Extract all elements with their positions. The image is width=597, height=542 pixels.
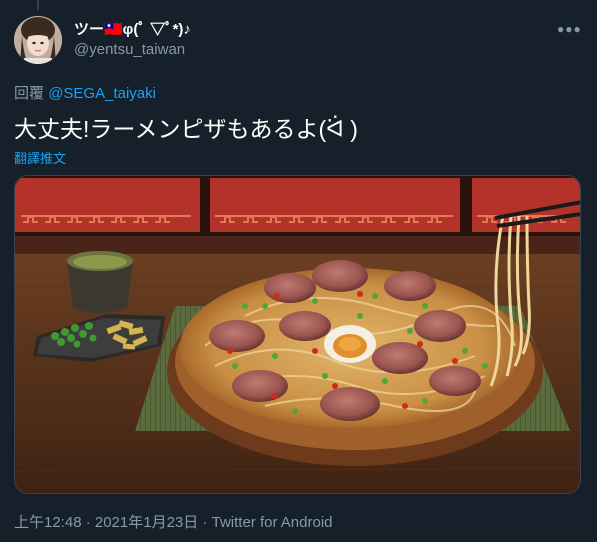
avatar[interactable]	[14, 16, 62, 64]
reply-prefix: 回覆	[14, 85, 45, 102]
tweet-timestamp[interactable]: 上午12:48 · 2021年1月23日	[14, 511, 198, 532]
avatar-image	[14, 16, 62, 64]
reply-mention-link[interactable]: @SEGA_taiyaki	[48, 85, 156, 102]
translate-tweet-link[interactable]: 翻譯推文	[14, 148, 66, 167]
author-block[interactable]: ツー🇹🇼φ(ﾟ ▽ﾟ*)♪ @yentsu_taiwan	[74, 20, 191, 60]
author-display-name[interactable]: ツー🇹🇼φ(ﾟ ▽ﾟ*)♪	[74, 20, 191, 40]
author-handle[interactable]: @yentsu_taiwan	[74, 40, 191, 60]
more-options-button[interactable]: ●●●	[557, 22, 581, 42]
tweet-metadata: 上午12:48 · 2021年1月23日 · Twitter for Andro…	[14, 511, 333, 532]
ramen-pizza-photo	[15, 176, 580, 493]
more-horizontal-icon: ●●●	[557, 22, 582, 36]
thread-connector-line	[37, 0, 39, 10]
tweet-media-image[interactable]	[14, 175, 581, 494]
replying-to: 回覆 @SEGA_taiyaki	[14, 82, 156, 103]
metadata-separator: ·	[198, 514, 212, 531]
tweet-text: 大丈夫!ラーメンピザもあるよ(ᐛ )	[14, 116, 358, 142]
tweet-source-app[interactable]: Twitter for Android	[212, 514, 333, 531]
tweet-header: ツー🇹🇼φ(ﾟ ▽ﾟ*)♪ @yentsu_taiwan ●●●	[14, 16, 583, 66]
